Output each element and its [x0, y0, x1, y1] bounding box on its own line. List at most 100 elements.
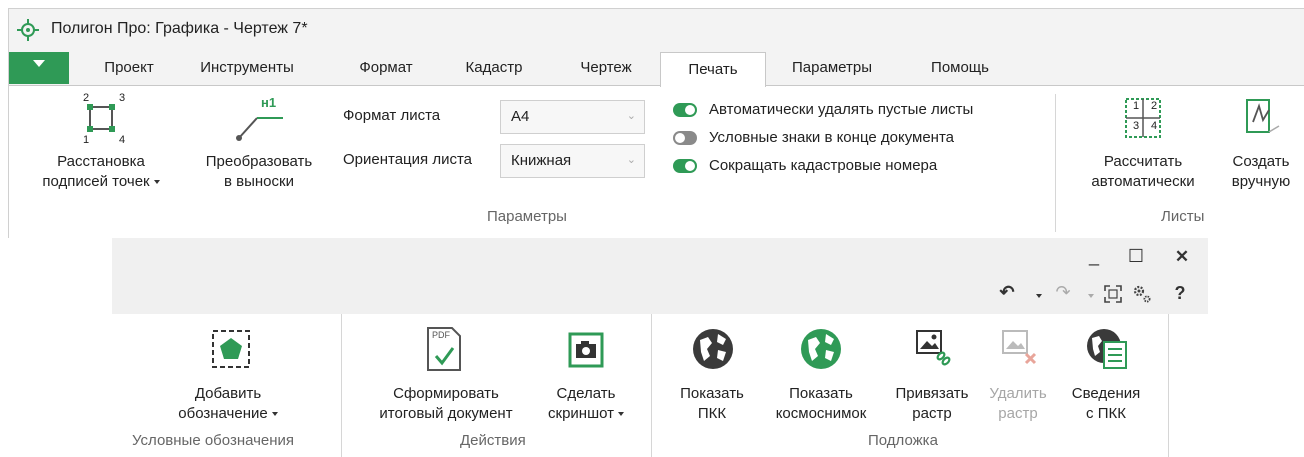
group-label-sheets: Листы [1161, 208, 1205, 225]
delete-raster-button[interactable]: Удалить растр [980, 322, 1056, 434]
tab-tools[interactable]: Инструменты [187, 51, 307, 85]
toggle-symbols-at-end[interactable]: Условные знаки в конце документа [673, 128, 1053, 152]
graphics-window: Полигон Про: Графика - Чертеж 7* Проект … [8, 8, 1304, 238]
button-label-line2: растр [998, 405, 1038, 422]
tab-help[interactable]: Помощь [915, 51, 1005, 85]
group-label-background: Подложка [868, 432, 938, 449]
button-label-line2: ПКК [697, 405, 727, 422]
tab-format[interactable]: Формат [341, 51, 431, 85]
app-logo-icon [17, 19, 39, 41]
screenshot-button[interactable]: Сделать скриншот [534, 322, 638, 434]
button-label-line1: Сделать [556, 385, 616, 402]
globe-document-icon [1087, 329, 1127, 369]
button-label-line2-wrap: скриншот [534, 404, 638, 424]
button-label-line1: Привязать [895, 385, 969, 402]
button-label-line2: вручную [1231, 173, 1291, 190]
convert-to-leaders-button[interactable]: н1 Преобразовать в выноски [189, 86, 329, 204]
group-divider [1055, 94, 1056, 232]
toggle-auto-delete-empty[interactable]: Автоматически удалять пустые листы [673, 100, 1053, 124]
show-satellite-button[interactable]: Показать космоснимок [760, 322, 882, 434]
button-label-line1: Расстановка [57, 153, 145, 170]
button-label-line2: обозначение [178, 405, 268, 422]
secondary-window: _ ☐ ✕ ↶ ↷ ? Добавить обозначение Условны… [112, 238, 1208, 457]
orientation-value: Книжная [511, 152, 572, 169]
orientation-select[interactable]: Книжная ⌄ [500, 144, 645, 178]
fit-view-icon[interactable] [1104, 285, 1122, 303]
button-label-line1: Создать [1232, 153, 1290, 170]
chevron-down-icon [33, 60, 45, 67]
redo-icon[interactable]: ↷ [1054, 282, 1072, 303]
toggle-knob [685, 161, 695, 171]
dropdown-caret-icon [617, 412, 624, 417]
image-delete-icon [1002, 330, 1037, 365]
tab-drawing[interactable]: Чертеж [561, 51, 651, 85]
button-label-line2: космоснимок [775, 405, 867, 422]
button-label-line2: итоговый документ [379, 405, 513, 422]
icon-number: 3 [119, 92, 126, 104]
group-divider [1168, 314, 1169, 457]
button-label-line1: Добавить [194, 385, 262, 402]
pdf-icon-text: PDF [432, 330, 450, 340]
point-labels-button[interactable]: 2 3 1 4 Расстановка подписей точек [27, 86, 175, 204]
toggle-shorten-cadastral[interactable]: Сокращать кадастровые номера [673, 156, 1053, 180]
group-divider [341, 314, 342, 457]
print-ribbon-panel: 2 3 1 4 Расстановка подписей точек н1 Пр… [9, 85, 1304, 238]
close-button[interactable]: ✕ [1170, 247, 1194, 267]
button-label-line1: Удалить [989, 385, 1047, 402]
file-menu-button[interactable] [9, 52, 69, 84]
button-label-line1: Сформировать [393, 385, 499, 402]
dropdown-caret-icon [153, 180, 160, 185]
undo-dropdown-icon[interactable] [1036, 294, 1042, 298]
group-label-parameters: Параметры [487, 208, 567, 225]
toggle-label: Автоматически удалять пустые листы [709, 101, 974, 118]
toggle-switch [673, 131, 697, 145]
show-pkk-button[interactable]: Показать ПКК [664, 322, 760, 434]
toggle-label: Условные знаки в конце документа [709, 129, 955, 146]
chevron-down-icon: ⌄ [626, 154, 636, 166]
help-icon[interactable]: ? [1172, 283, 1188, 304]
create-manual-button[interactable]: Создать вручную [1219, 86, 1303, 204]
toggle-switch [673, 103, 697, 117]
settings-gear-icon[interactable] [1132, 284, 1152, 304]
undo-icon[interactable]: ↶ [998, 282, 1016, 303]
tab-print[interactable]: Печать [660, 52, 766, 87]
add-symbol-button[interactable]: Добавить обозначение [156, 322, 300, 434]
button-label-line2: растр [912, 405, 952, 422]
button-label-line2-wrap: обозначение [156, 404, 300, 424]
button-label-line2-wrap: подписей точек [27, 172, 175, 192]
icon-number: 2 [1151, 100, 1158, 112]
secondary-ribbon: Добавить обозначение Условные обозначени… [112, 314, 1208, 457]
icon-number: 4 [119, 134, 126, 146]
toggle-knob [675, 133, 685, 143]
toggle-knob [685, 105, 695, 115]
icon-number: 1 [83, 134, 90, 146]
tab-project[interactable]: Проект [79, 51, 179, 85]
tab-parameters[interactable]: Параметры [777, 51, 887, 85]
button-label-line1: Сведения [1071, 385, 1141, 402]
button-label-line1: Показать [789, 385, 853, 402]
button-label-line1: Показать [680, 385, 744, 402]
leader-icon-text: н1 [261, 95, 277, 110]
tab-cadastre[interactable]: Кадастр [449, 51, 539, 85]
minimize-button[interactable]: _ [1082, 246, 1106, 267]
icon-number: 4 [1151, 120, 1158, 132]
create-final-document-button[interactable]: PDF Сформировать итоговый документ [360, 322, 532, 434]
window-title: Полигон Про: Графика - Чертеж 7* [51, 20, 308, 37]
sheet-format-select[interactable]: A4 ⌄ [500, 100, 645, 134]
pkk-info-button[interactable]: Сведения с ПКК [1056, 322, 1156, 434]
globe-green-icon [801, 329, 841, 369]
leader-line-icon [236, 117, 283, 141]
orientation-label: Ориентация листа [343, 151, 472, 168]
chevron-down-icon: ⌄ [626, 110, 636, 122]
icon-number: 2 [83, 92, 90, 104]
calc-auto-button[interactable]: 1 2 3 4 Рассчитать автоматически [1073, 86, 1213, 204]
maximize-button[interactable]: ☐ [1124, 246, 1148, 267]
button-label-line2: скриншот [548, 405, 614, 422]
icon-number: 3 [1133, 120, 1140, 132]
bind-raster-button[interactable]: Привязать растр [884, 322, 980, 434]
ribbon-tabs: Проект Инструменты Формат Кадастр Чертеж… [9, 51, 1304, 87]
camera-icon [568, 332, 604, 368]
sheet-format-value: A4 [511, 108, 530, 125]
redo-dropdown-icon[interactable] [1088, 294, 1094, 298]
button-label-line2: автоматически [1091, 173, 1195, 190]
